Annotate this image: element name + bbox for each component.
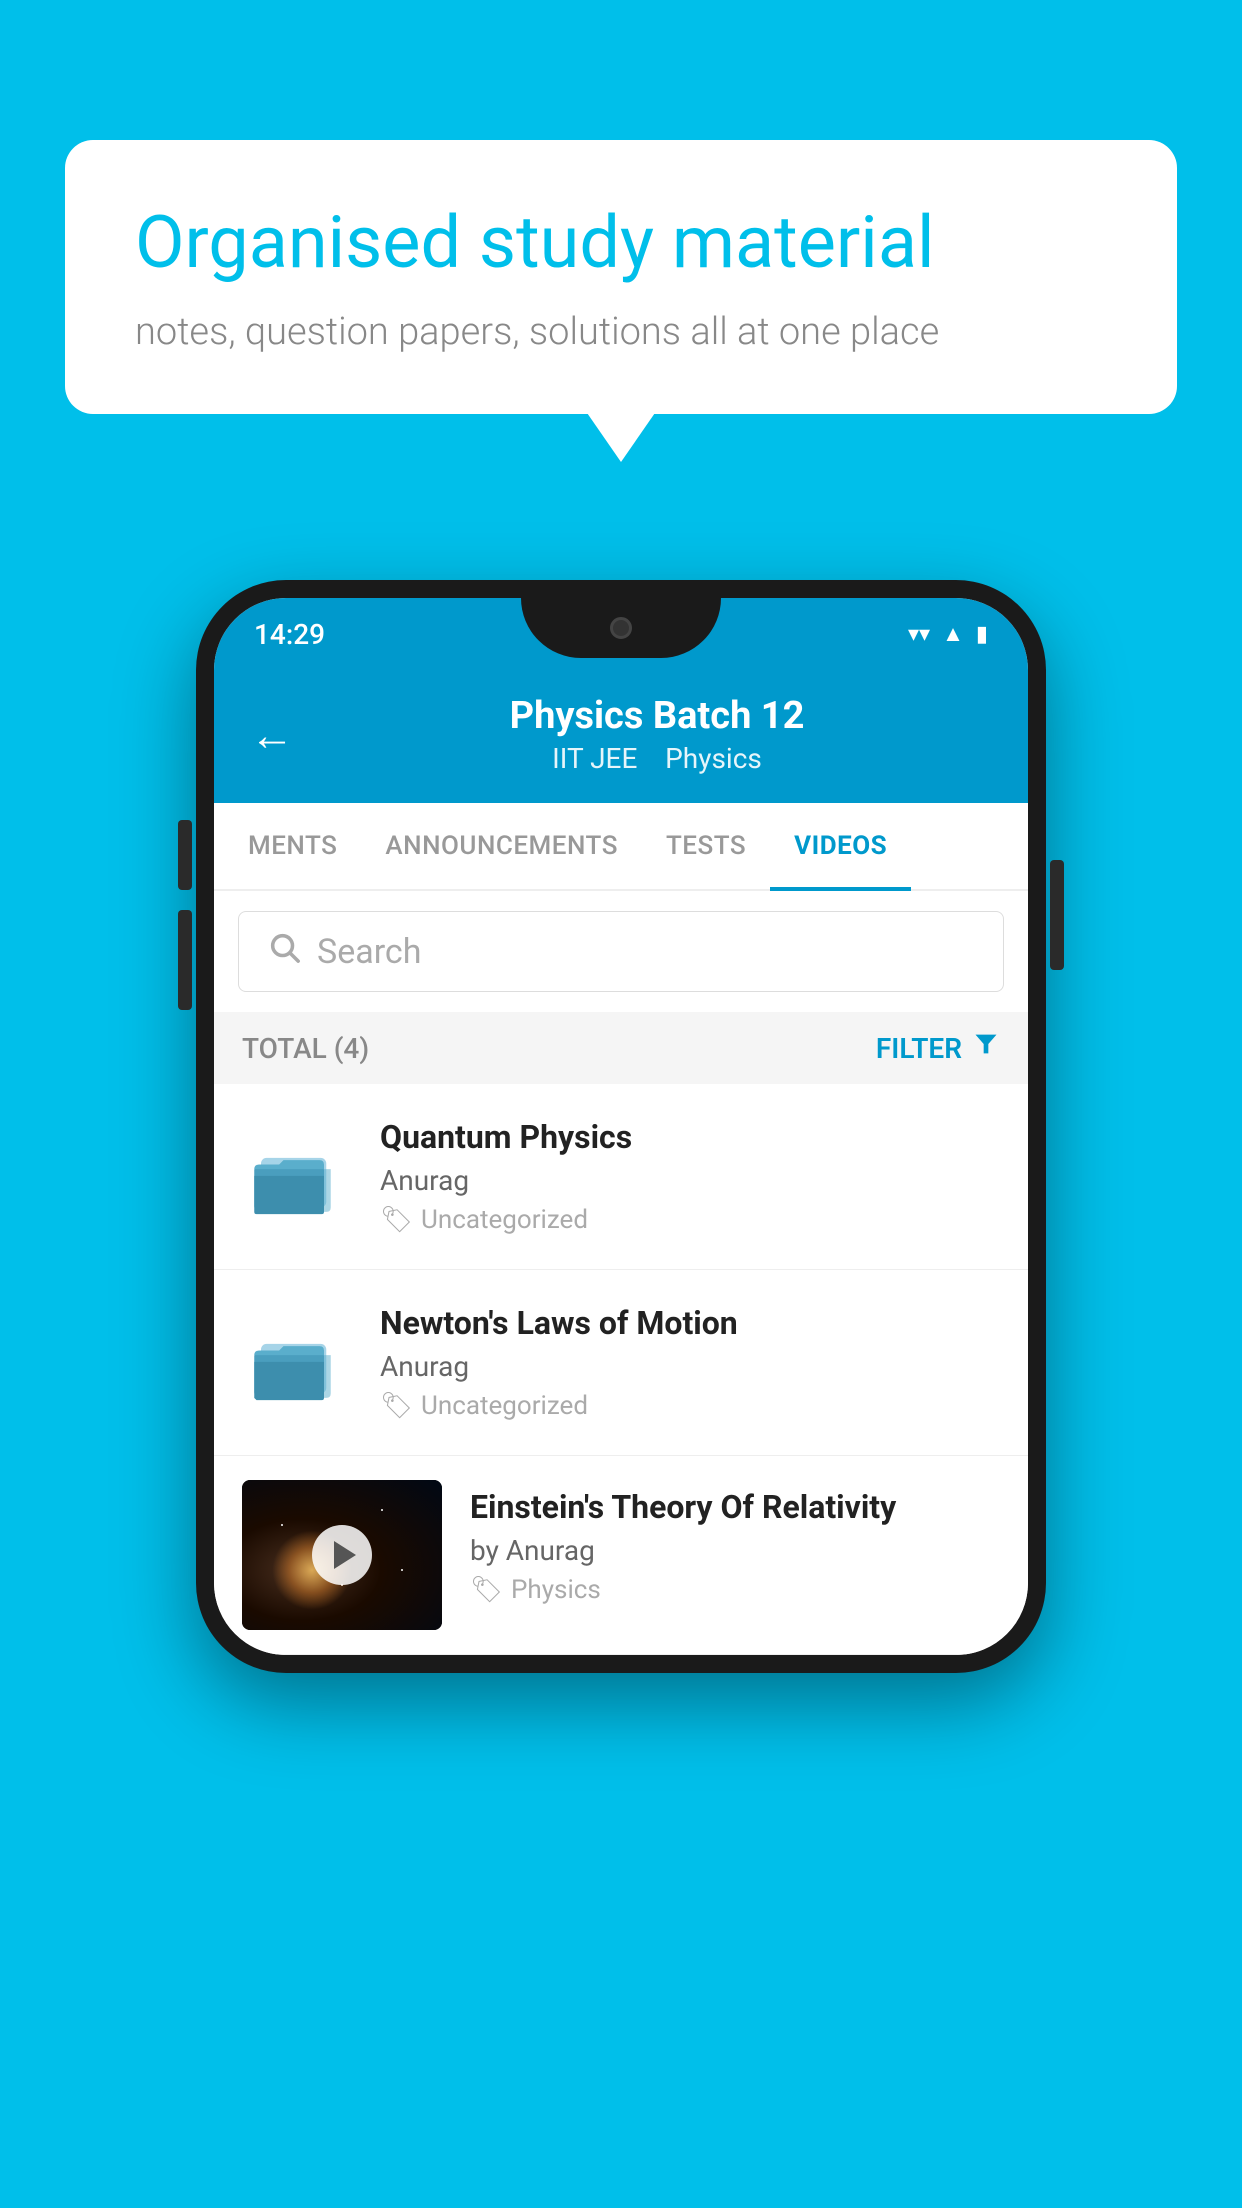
item-thumbnail-image (242, 1480, 442, 1630)
notch (521, 598, 721, 658)
back-button[interactable]: ← (250, 709, 294, 761)
list-item[interactable]: Quantum Physics Anurag 🏷 Uncategorized (214, 1084, 1028, 1270)
item-thumbnail (242, 1122, 352, 1232)
filter-icon (972, 1030, 1000, 1066)
tag-icon: 🏷 (470, 1575, 503, 1605)
signal-icon: ▲ (942, 621, 964, 647)
filter-button[interactable]: FILTER (876, 1030, 1000, 1066)
filter-row: TOTAL (4) FILTER (214, 1012, 1028, 1084)
tab-bar: MENTS ANNOUNCEMENTS TESTS VIDEOS (214, 803, 1028, 891)
status-bar: 14:29 ▾▾ ▲ ▮ (214, 598, 1028, 670)
filter-label: FILTER (876, 1032, 962, 1065)
tag-icon: 🏷 (380, 1391, 413, 1421)
item-tag: 🏷 Physics (470, 1575, 1000, 1605)
search-input-wrapper[interactable]: Search (238, 911, 1004, 992)
tab-videos[interactable]: VIDEOS (770, 803, 911, 889)
item-info: Newton's Laws of Motion Anurag 🏷 Uncateg… (380, 1304, 1000, 1421)
item-tag: 🏷 Uncategorized (380, 1391, 1000, 1421)
tag-icon: 🏷 (380, 1205, 413, 1235)
list-item[interactable]: Newton's Laws of Motion Anurag 🏷 Uncateg… (214, 1270, 1028, 1456)
phone-outer: 14:29 ▾▾ ▲ ▮ ← Physics Batch 12 IIT JEE (196, 580, 1046, 1673)
subtitle-part2: Physics (665, 742, 762, 775)
speech-bubble: Organised study material notes, question… (65, 140, 1177, 414)
play-icon (334, 1541, 356, 1569)
search-input[interactable]: Search (317, 932, 421, 972)
item-tag: 🏷 Uncategorized (380, 1205, 1000, 1235)
subtitle-part1: IIT JEE (552, 742, 637, 775)
item-author: Anurag (380, 1164, 1000, 1197)
bubble-subtitle: notes, question papers, solutions all at… (135, 310, 1107, 354)
tab-tests[interactable]: TESTS (642, 803, 770, 889)
wifi-icon: ▾▾ (908, 622, 930, 647)
item-info: Quantum Physics Anurag 🏷 Uncategorized (380, 1118, 1000, 1235)
phone-wrapper: 14:29 ▾▾ ▲ ▮ ← Physics Batch 12 IIT JEE (196, 580, 1046, 1673)
phone-screen: 14:29 ▾▾ ▲ ▮ ← Physics Batch 12 IIT JEE (214, 598, 1028, 1655)
item-title: Einstein's Theory Of Relativity (470, 1488, 1000, 1526)
item-author: by Anurag (470, 1534, 1000, 1567)
volume-down-button (178, 910, 192, 1010)
speech-bubble-container: Organised study material notes, question… (65, 140, 1177, 414)
bubble-title: Organised study material (135, 200, 1107, 286)
status-time: 14:29 (254, 618, 325, 651)
toolbar-title: Physics Batch 12 (322, 694, 992, 738)
item-author: Anurag (380, 1350, 1000, 1383)
tag-label: Uncategorized (421, 1391, 588, 1421)
tab-announcements[interactable]: ANNOUNCEMENTS (361, 803, 642, 889)
item-thumbnail (242, 1308, 352, 1418)
tag-label: Physics (511, 1575, 601, 1605)
toolbar-subtitle: IIT JEE Physics (322, 742, 992, 775)
tab-ments[interactable]: MENTS (224, 803, 361, 889)
camera-dot (610, 617, 632, 639)
tag-label: Uncategorized (421, 1205, 588, 1235)
item-title: Newton's Laws of Motion (380, 1304, 1000, 1342)
battery-icon: ▮ (976, 622, 988, 647)
list-item[interactable]: Einstein's Theory Of Relativity by Anura… (214, 1456, 1028, 1655)
play-button[interactable] (312, 1525, 372, 1585)
toolbar-title-group: Physics Batch 12 IIT JEE Physics (322, 694, 992, 775)
status-icons: ▾▾ ▲ ▮ (908, 621, 988, 647)
item-info: Einstein's Theory Of Relativity by Anura… (470, 1480, 1000, 1605)
search-icon (267, 930, 301, 973)
search-bar: Search (214, 891, 1028, 1012)
video-list: Quantum Physics Anurag 🏷 Uncategorized (214, 1084, 1028, 1655)
volume-up-button (178, 820, 192, 890)
item-title: Quantum Physics (380, 1118, 1000, 1156)
power-button (1050, 860, 1064, 970)
toolbar: ← Physics Batch 12 IIT JEE Physics (214, 670, 1028, 803)
total-count: TOTAL (4) (242, 1032, 369, 1065)
